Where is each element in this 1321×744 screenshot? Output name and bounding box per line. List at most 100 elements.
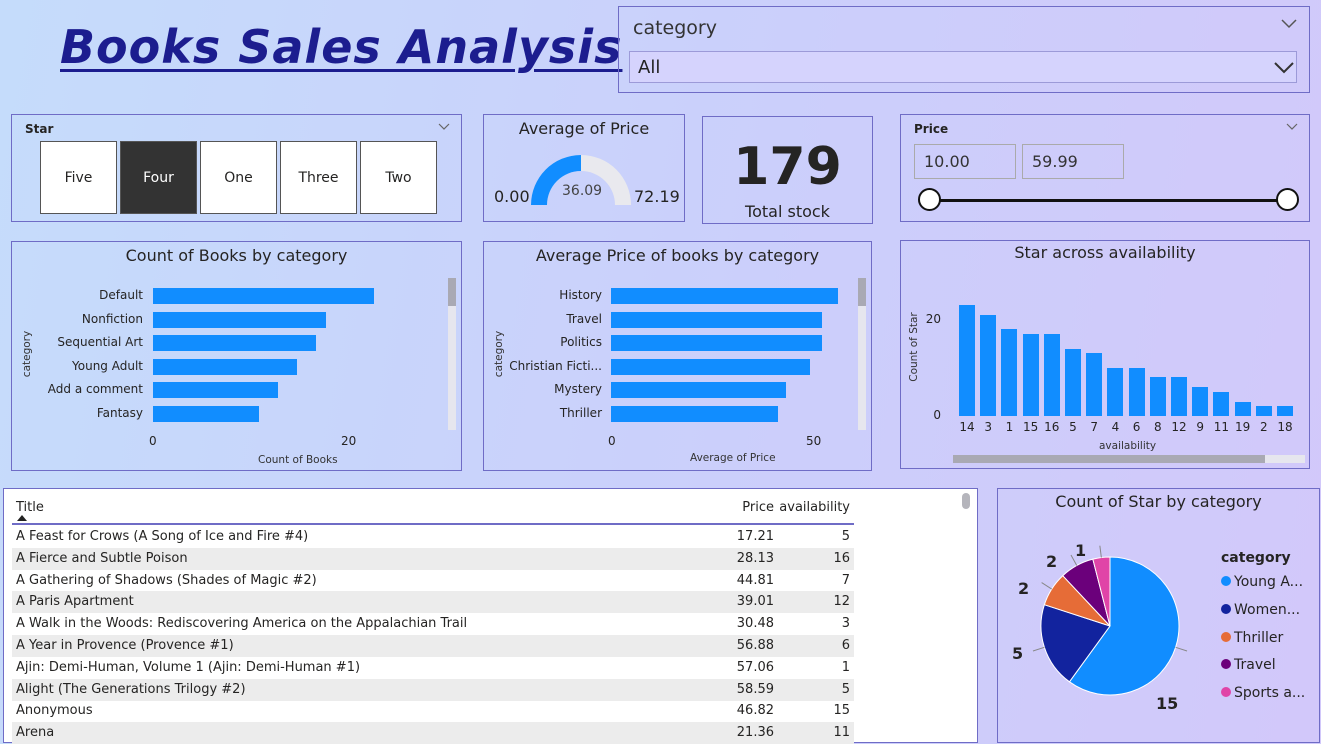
legend-item[interactable]: Thriller (1221, 630, 1283, 646)
price-cell: 56.88 (736, 638, 774, 653)
column-bar[interactable] (1192, 387, 1209, 416)
category-slicer-label: category (633, 17, 717, 39)
column-bar[interactable] (1255, 406, 1272, 416)
column-bar[interactable] (1171, 377, 1187, 416)
column-bar[interactable] (1107, 367, 1124, 416)
star-option-one[interactable]: One (200, 141, 277, 214)
bar[interactable] (611, 382, 787, 398)
column-bar[interactable] (1277, 406, 1293, 416)
availability-cell: 5 (841, 681, 850, 697)
bar[interactable] (611, 405, 779, 422)
table-row[interactable]: A Paris Apartment 39.01 12 (12, 591, 854, 614)
chevron-down-icon[interactable] (438, 123, 450, 131)
price-max-input[interactable]: 59.99 (1022, 144, 1124, 179)
sort-ascending-icon[interactable] (17, 515, 27, 521)
star-option-four[interactable]: Four (120, 141, 197, 214)
column-bar[interactable] (1065, 348, 1081, 416)
bar[interactable] (611, 335, 823, 351)
bar[interactable] (153, 311, 326, 328)
price-max-handle[interactable] (1276, 188, 1299, 211)
availability-cell: 11 (833, 725, 850, 741)
count-star-by-category-pie: Count of Star by category category Young… (997, 488, 1320, 743)
price-min-input[interactable]: 10.00 (914, 144, 1016, 179)
table-row[interactable]: A Walk in the Woods: Rediscovering Ameri… (12, 613, 854, 635)
column-bar[interactable] (1086, 353, 1103, 416)
category-slicer[interactable]: category All (618, 6, 1310, 93)
table-row[interactable]: Alight (The Generations Trilogy #2) 58.59… (12, 678, 854, 701)
price-cell: 58.59 (736, 681, 774, 697)
price-slicer[interactable]: Price 10.00 59.99 (900, 114, 1310, 222)
bar[interactable] (153, 335, 317, 351)
star-across-availability-chart: Star across availability Count of Star a… (900, 240, 1310, 469)
column-bar[interactable] (980, 314, 997, 416)
bar[interactable] (153, 405, 259, 422)
legend-label: Sports a... (1234, 685, 1306, 702)
legend-label: Travel (1234, 657, 1276, 674)
category-label: Default (99, 288, 143, 302)
column-bar[interactable] (959, 305, 975, 416)
column-bar[interactable] (1022, 334, 1039, 416)
column-header-title[interactable]: Title (16, 500, 44, 515)
pie-data-label: 5 (1012, 644, 1024, 663)
price-cell: 21.36 (736, 725, 774, 741)
availability-cell: 5 (841, 529, 850, 544)
category-dropdown[interactable]: All (629, 51, 1297, 83)
average-price-gauge: Average of Price 0.00 36.09 72.19 (483, 114, 685, 222)
legend-item[interactable]: Young A... (1221, 574, 1303, 590)
category-label: Mystery (554, 382, 602, 396)
category-label: Nonfiction (81, 311, 143, 326)
table-header-row: Title Price availability (12, 497, 854, 519)
column-bar[interactable] (1128, 367, 1145, 416)
table-row[interactable]: Arena 21.36 11 (12, 722, 854, 744)
star-option-two[interactable]: Two (360, 141, 437, 214)
table-scrollbar[interactable] (962, 493, 970, 509)
table-row[interactable]: A Fierce and Subtle Poison 28.13 16 (12, 547, 854, 570)
price-min-handle[interactable] (918, 188, 941, 211)
bar[interactable] (611, 358, 811, 375)
star-option-three[interactable]: Three (280, 141, 357, 214)
column-header-price[interactable]: Price (742, 500, 774, 515)
column-bar[interactable] (1234, 401, 1251, 416)
star-option-five[interactable]: Five (40, 141, 117, 214)
price-cell: 57.06 (736, 659, 774, 675)
legend-label: Women... (1234, 601, 1301, 618)
price-cell: 17.21 (736, 529, 774, 544)
category-label: Young Adult (72, 358, 143, 373)
table-row[interactable]: A Year in Provence (Provence #1) 56.88 6 (12, 635, 854, 657)
chevron-down-icon[interactable] (1281, 19, 1297, 29)
column-bar[interactable] (1001, 329, 1018, 416)
legend-item[interactable]: Sports a... (1221, 685, 1305, 701)
availability-cell: 3 (841, 616, 850, 632)
category-label: Thriller (559, 405, 602, 420)
title-cell: Arena (16, 725, 55, 741)
availability-cell: 6 (841, 638, 850, 653)
legend-label: Thriller (1234, 629, 1284, 646)
category-label: Christian Ficti... (509, 358, 602, 373)
report-title: Books Sales Analysis (60, 20, 623, 74)
pie-data-label: 1 (1075, 541, 1087, 560)
table-row[interactable]: Anonymous 46.82 15 (12, 700, 854, 722)
table-row[interactable]: A Gathering of Shadows (Shades of Magic … (12, 570, 854, 592)
star-slicer[interactable]: Star Five Four One Three Two (11, 114, 462, 222)
legend-item[interactable]: Women... (1221, 602, 1300, 618)
total-stock-value: 179 (733, 137, 842, 197)
legend-item[interactable]: Travel (1221, 657, 1276, 673)
bar[interactable] (153, 288, 374, 304)
title-cell: A Feast for Crows (A Song of Ice and Fir… (16, 529, 309, 544)
price-cell: 39.01 (736, 594, 774, 610)
legend-dot-icon (1221, 631, 1231, 642)
column-header-availability[interactable]: availability (779, 500, 850, 515)
chevron-down-icon[interactable] (1286, 123, 1298, 131)
table-row[interactable]: A Feast for Crows (A Song of Ice and Fir… (12, 526, 854, 548)
price-range-track (931, 199, 1289, 202)
bar[interactable] (153, 358, 297, 375)
column-bar[interactable] (1213, 391, 1230, 416)
column-bar[interactable] (1149, 377, 1166, 416)
column-bar[interactable] (1043, 334, 1060, 416)
table-row[interactable]: Ajin: Demi-Human, Volume 1 (Ajin: Demi-H… (12, 657, 854, 679)
bar[interactable] (611, 288, 839, 304)
bar[interactable] (153, 382, 278, 398)
title-cell: Ajin: Demi-Human, Volume 1 (Ajin: Demi-H… (16, 659, 361, 675)
bar[interactable] (611, 311, 823, 328)
availability-cell: 15 (833, 703, 850, 719)
